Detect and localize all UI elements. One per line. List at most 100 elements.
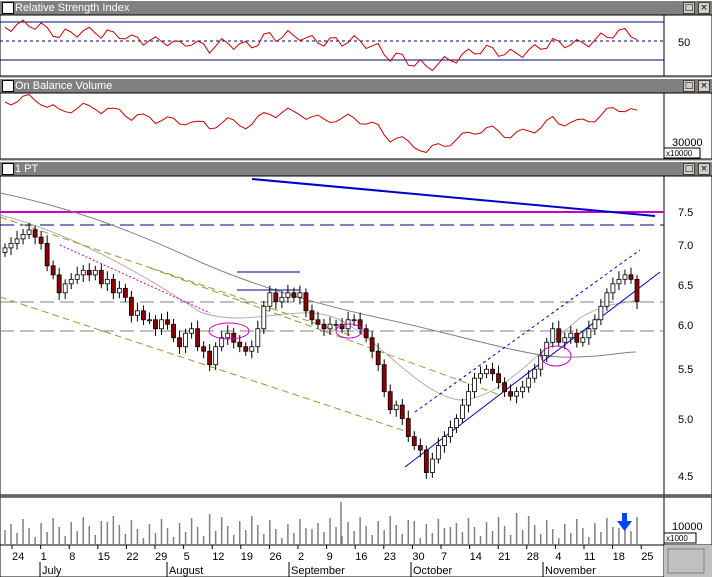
candle-body (327, 323, 333, 330)
x-tick-label: 26 (269, 551, 281, 563)
candle-body (8, 242, 14, 249)
candle-body (375, 350, 381, 366)
candle-body (201, 346, 207, 352)
candle-body (315, 319, 321, 325)
candle-body (634, 278, 640, 303)
candle-body (484, 368, 489, 375)
x-tick-label: 9 (327, 551, 333, 563)
obv-pane: 30000 x10000 (0, 92, 712, 160)
candle-body (417, 445, 423, 451)
candle-body (255, 328, 261, 348)
candle-body (478, 373, 483, 379)
candle-body (2, 247, 8, 253)
candle-body (116, 287, 122, 294)
candle-body (165, 319, 170, 325)
candle-body (550, 328, 556, 343)
candle-body (44, 242, 50, 267)
candle-body (610, 283, 616, 294)
candle-body (369, 337, 375, 352)
candle-body (183, 332, 188, 348)
corner-panel (667, 548, 705, 574)
candle-body (592, 319, 598, 330)
candle-body (303, 292, 309, 312)
candle-body (466, 391, 471, 406)
candle-body (104, 278, 110, 285)
x-tick-label: 23 (384, 551, 396, 563)
x-tick-label: 21 (498, 551, 510, 563)
x-tick-label: 11 (584, 551, 595, 563)
candle-body (405, 418, 411, 437)
x-tick-label: 19 (241, 551, 253, 563)
candle-body (532, 368, 538, 379)
candle-body (122, 287, 128, 298)
x-tick-label: 29 (155, 551, 167, 563)
rsi-pane: 50 (0, 14, 712, 77)
obv-axis-label: 30000 (672, 137, 703, 149)
price-axis-area (663, 175, 712, 496)
x-tick-label: 16 (355, 551, 367, 563)
y-tick-label: 5.5 (678, 364, 693, 376)
candle-body (135, 310, 140, 316)
candle-body (448, 427, 453, 437)
month-label: November (545, 565, 596, 577)
y-tick-label: 6.0 (678, 320, 693, 332)
x-tick-label: 24 (12, 551, 24, 563)
candle-body (279, 296, 285, 303)
x-tick-label: 1 (41, 551, 47, 563)
candle-body (616, 278, 622, 285)
candle-body (441, 436, 447, 446)
candle-body (62, 283, 68, 294)
candle-body (285, 292, 291, 298)
candle-body (261, 305, 267, 330)
candle-body (514, 391, 520, 397)
rsi-axis-label: 50 (678, 37, 690, 49)
chart-application: Relative Strength Index □ × On Balance V… (0, 0, 712, 577)
candle (381, 359, 387, 398)
x-tick-label: 14 (470, 551, 482, 563)
x-tick-label: 2 (298, 551, 304, 563)
rsi-plot-area (0, 14, 665, 77)
y-tick-label: 4.5 (678, 471, 693, 483)
candle-body (147, 319, 152, 322)
month-label: July (42, 565, 62, 577)
x-tick-label: 15 (98, 551, 110, 563)
candle-body (74, 274, 80, 280)
y-tick-label: 5.0 (678, 414, 693, 426)
candle-body (387, 391, 393, 411)
candle-body (429, 458, 435, 473)
chart-canvas: 50 30000 x10000 7.5 7.0 6.5 6.0 5.5 5.0 … (0, 14, 712, 577)
candle-body (38, 236, 44, 244)
month-label: October (413, 565, 452, 577)
candle-body (472, 377, 477, 393)
candle-body (56, 274, 62, 294)
candle-body (297, 292, 303, 298)
x-tick-label: 7 (441, 551, 447, 563)
candle-body (80, 269, 86, 276)
x-tick-label: 22 (126, 551, 138, 563)
price-pane: 7.5 7.0 6.5 6.0 5.5 5.0 4.5 (0, 175, 712, 496)
candle-body (237, 341, 243, 348)
volume-axis-label: 10000 (672, 521, 703, 533)
x-tick-label: 25 (641, 551, 653, 563)
candle-body (508, 391, 514, 397)
month-label: August (169, 565, 203, 577)
candle-body (20, 234, 26, 240)
candle-body (598, 305, 604, 321)
candle-body (454, 418, 459, 429)
candle-body (225, 332, 231, 339)
month-label: September (291, 565, 345, 577)
x-tick-label: 18 (613, 551, 625, 563)
candle-body (14, 238, 20, 244)
candle-body (243, 346, 249, 352)
volume-pane: 10000 x1000 (0, 496, 712, 546)
y-tick-label: 7.0 (678, 240, 693, 252)
candle-body (153, 319, 158, 330)
candle-body (291, 292, 297, 298)
candle-body (98, 269, 104, 285)
candle-body (586, 328, 592, 339)
candle-body (562, 337, 568, 343)
candle-body (460, 404, 465, 420)
candle-body (526, 377, 532, 388)
candle-body (333, 323, 339, 326)
candle-body (92, 269, 98, 276)
